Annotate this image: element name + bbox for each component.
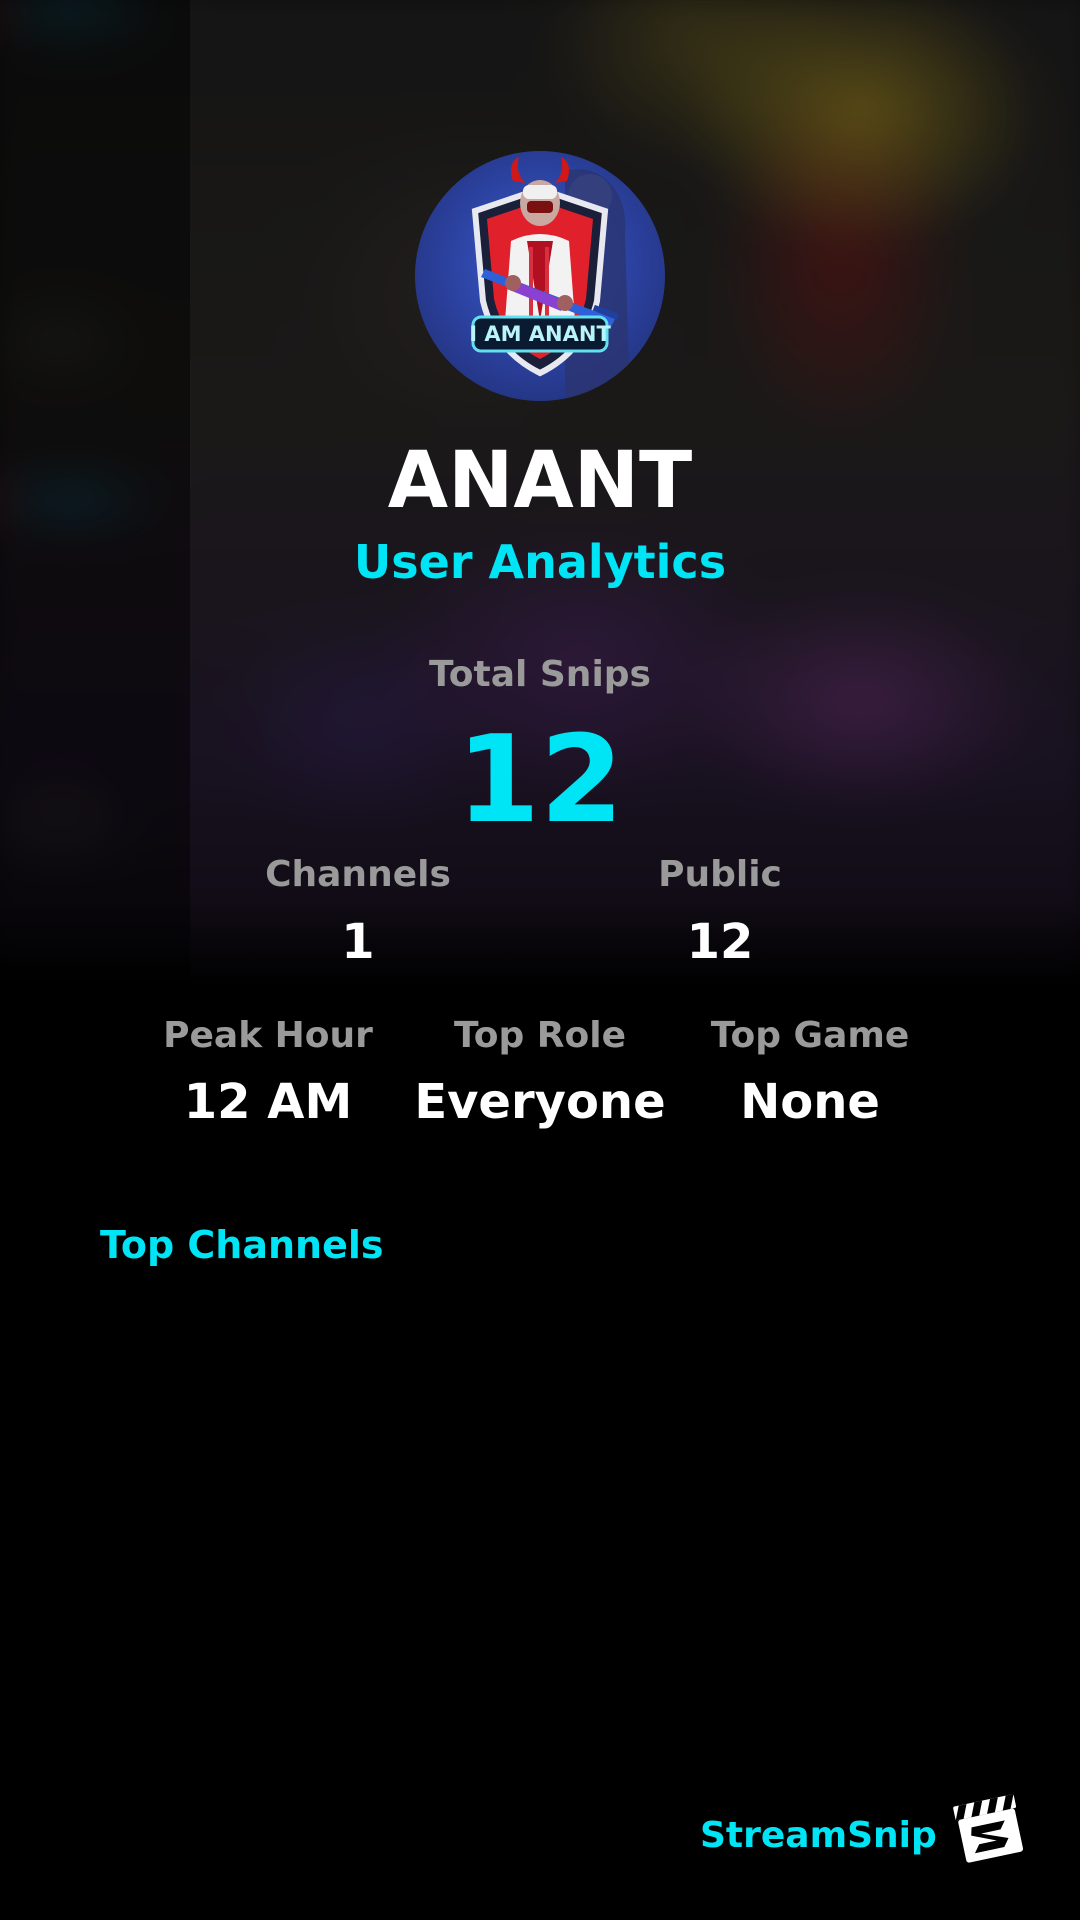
public-value: 12 (686, 914, 754, 970)
public-label: Public (658, 854, 782, 895)
top-game-value: None (740, 1074, 880, 1130)
peak-hour-value: 12 AM (183, 1074, 353, 1130)
clapperboard-icon (950, 1790, 1026, 1866)
total-snips-label: Total Snips (429, 654, 651, 695)
avatar-emblem-icon: I AM ANANT (469, 157, 630, 401)
top-channels-title: Top Channels (100, 1223, 384, 1267)
background-fade (0, 900, 1080, 990)
channels-label: Channels (265, 854, 451, 895)
page-subtitle: User Analytics (353, 535, 727, 589)
channels-value: 1 (341, 914, 375, 970)
brand-name: StreamSnip (700, 1815, 937, 1856)
top-role-value: Everyone (414, 1074, 666, 1130)
top-channels-list (100, 1290, 980, 1690)
username: ANANT (387, 436, 693, 526)
total-snips-value: 12 (456, 711, 624, 850)
top-role-label: Top Role (453, 1015, 627, 1056)
avatar: I AM ANANT (415, 151, 665, 401)
analytics-card: I AM ANANT ANANT User Analytics Total Sn… (0, 0, 1080, 1920)
peak-hour-label: Peak Hour (163, 1015, 373, 1056)
svg-text:I AM ANANT: I AM ANANT (469, 322, 611, 346)
top-game-label: Top Game (710, 1015, 910, 1056)
